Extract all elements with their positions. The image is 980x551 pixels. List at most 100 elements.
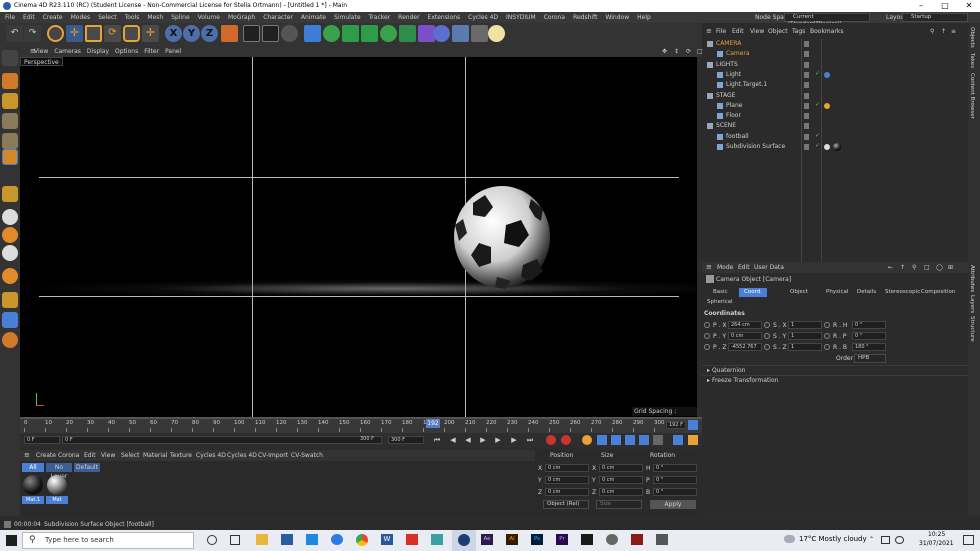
visibility-toggle-icon[interactable] (804, 113, 809, 120)
menu-edit[interactable]: Edit (23, 14, 35, 21)
position-x-field[interactable]: 0 cm (545, 464, 589, 472)
visibility-toggle-icon[interactable] (804, 41, 809, 47)
side-tab-structure[interactable]: Structure (969, 316, 975, 342)
object-menu-bookmarks[interactable]: Bookmarks (810, 26, 844, 37)
object-tree-row[interactable]: Light (702, 70, 968, 80)
attr-tab-physical[interactable]: Physical (821, 288, 853, 297)
material-mat[interactable]: Mat (46, 474, 68, 504)
menu-extensions[interactable]: Extensions (428, 14, 461, 21)
pla-key-icon[interactable] (653, 435, 663, 445)
material-menu-texture[interactable]: Texture (170, 450, 192, 461)
scale-key-icon[interactable] (611, 435, 621, 445)
rotation-key-icon[interactable] (625, 435, 635, 445)
rotation-order-dropdown[interactable]: HPB (854, 354, 886, 363)
previous-frame-icon[interactable]: ◀ (463, 435, 473, 445)
viewport-rotate-icon[interactable]: ⟳ (686, 46, 691, 57)
timeline-menu-icon[interactable] (688, 435, 698, 445)
autokey-icon[interactable] (561, 435, 571, 445)
filter-default-tab[interactable]: Default (74, 463, 100, 472)
attr-tab-spherical[interactable]: Spherical (702, 298, 738, 307)
object-menu-file[interactable]: File (716, 26, 726, 37)
viewport-menu-display[interactable]: Display (87, 48, 109, 55)
viewport-menu-view[interactable]: View (34, 48, 48, 55)
x-axis-lock-button[interactable]: X (165, 25, 182, 42)
redo-icon[interactable]: ↷ (24, 25, 41, 42)
light-icon[interactable] (488, 25, 505, 42)
keyframe-dot-icon[interactable] (764, 333, 770, 339)
attribute-expand-icon[interactable]: ⊞ (948, 262, 953, 273)
workplane-icon[interactable] (2, 245, 18, 261)
premiere-icon[interactable]: Pr (556, 534, 568, 545)
attr-tab-coord[interactable]: Coord. (739, 288, 767, 297)
material-menu-edit[interactable]: Edit (84, 450, 96, 461)
app4-icon[interactable] (656, 534, 668, 545)
clock-time[interactable]: 10:25 (928, 531, 945, 538)
object-tree-row[interactable]: CAMERA (702, 39, 968, 49)
object-menu-object[interactable]: Object (768, 26, 788, 37)
enabled-check-icon[interactable]: ✓ (815, 132, 820, 139)
tray-chevron-icon[interactable]: ⌃ (869, 536, 874, 543)
viewport[interactable]: Perspective Grid Spacing : 10000 cm (20, 57, 697, 417)
edges-mode-icon[interactable] (2, 133, 18, 149)
word-icon[interactable]: W (381, 534, 393, 545)
material-menu-cv-import[interactable]: CV-Import (258, 450, 288, 461)
freeze-transformation-group[interactable]: ▸ Freeze Transformation (702, 375, 968, 385)
attribute-new-icon[interactable]: ◯ (936, 262, 943, 273)
object-name[interactable]: Light (726, 70, 741, 80)
coordinate-system-icon[interactable] (221, 25, 238, 42)
recent-tools-icon[interactable] (123, 25, 140, 42)
object-name[interactable]: Subdivision Surface (726, 142, 785, 152)
keyframe-dot-icon[interactable] (704, 333, 710, 339)
side-tab-content-browser[interactable]: Content Browser (969, 73, 975, 119)
file-explorer-icon[interactable] (256, 534, 268, 545)
taskbar-search-box[interactable]: ⚲ Type here to search (22, 532, 194, 549)
move-tool-icon[interactable]: ✛ (66, 25, 83, 42)
polygons-mode-icon[interactable] (2, 149, 18, 165)
object-tag-icon[interactable] (824, 144, 830, 150)
attribute-menu-user-data[interactable]: User Data (754, 262, 784, 273)
solo-icon[interactable] (2, 292, 18, 308)
viewport-move-icon[interactable]: ✥ (662, 46, 667, 57)
axis-mode-icon[interactable] (2, 186, 18, 202)
size-y-field[interactable]: 0 cm (599, 476, 643, 484)
menu-tracker[interactable]: Tracker (369, 14, 391, 21)
size-z-field[interactable]: 0 cm (599, 488, 643, 496)
notifications-icon[interactable] (963, 535, 974, 545)
object-name[interactable]: CAMERA (716, 39, 741, 49)
next-key-icon[interactable]: ▶ (509, 435, 519, 445)
attr-tab-details[interactable]: Details (852, 288, 881, 297)
live-selection-icon[interactable] (47, 25, 64, 42)
viewport-menu-filter[interactable]: Filter (144, 48, 159, 55)
enabled-check-icon[interactable]: ✓ (815, 142, 820, 149)
attr-pos-field[interactable]: 264 cm (728, 321, 762, 329)
object-tree-row[interactable]: Plane (702, 101, 968, 111)
filter-no-layer-tab[interactable]: No Layer (46, 463, 72, 480)
rotation-h-field[interactable]: 0 ° (653, 464, 697, 472)
object-back-icon[interactable]: ↑ (941, 26, 946, 37)
after-effects-icon[interactable]: Ae (481, 534, 493, 545)
size-mode-dropdown[interactable]: Size (596, 500, 642, 509)
attr-rot-field[interactable]: 0 ° (852, 321, 886, 329)
menu-character[interactable]: Character (263, 14, 293, 21)
rotation-b-field[interactable]: 0 ° (653, 488, 697, 496)
viewport-solo-icon[interactable] (2, 312, 18, 328)
visibility-toggle-icon[interactable] (804, 71, 809, 78)
z-axis-lock-button[interactable]: Z (201, 25, 218, 42)
visibility-toggle-icon[interactable] (804, 133, 809, 140)
side-tab-takes[interactable]: Takes (969, 53, 975, 68)
visibility-toggle-icon[interactable] (804, 51, 809, 58)
object-tree-row[interactable]: SCENE (702, 121, 968, 131)
object-tree-row[interactable]: LIGHTS (702, 60, 968, 70)
attr-rot-field[interactable]: 180 ° (852, 343, 886, 351)
cortana-icon[interactable] (207, 535, 217, 545)
go-to-start-icon[interactable]: ⏮ (432, 435, 442, 445)
object-tree-row[interactable]: Floor (702, 111, 968, 121)
object-name[interactable]: STAGE (716, 91, 735, 101)
attr-scale-field[interactable]: 1 (788, 321, 822, 329)
object-tree-row[interactable]: STAGE (702, 91, 968, 101)
attr-tab-composition[interactable]: Composition (916, 288, 960, 297)
menu-file[interactable]: File (5, 14, 15, 21)
rotate-tool-icon[interactable]: ⟳ (104, 25, 121, 42)
enabled-check-icon[interactable]: ✓ (815, 70, 820, 77)
attr-pos-field[interactable]: 0 cm (728, 332, 762, 340)
